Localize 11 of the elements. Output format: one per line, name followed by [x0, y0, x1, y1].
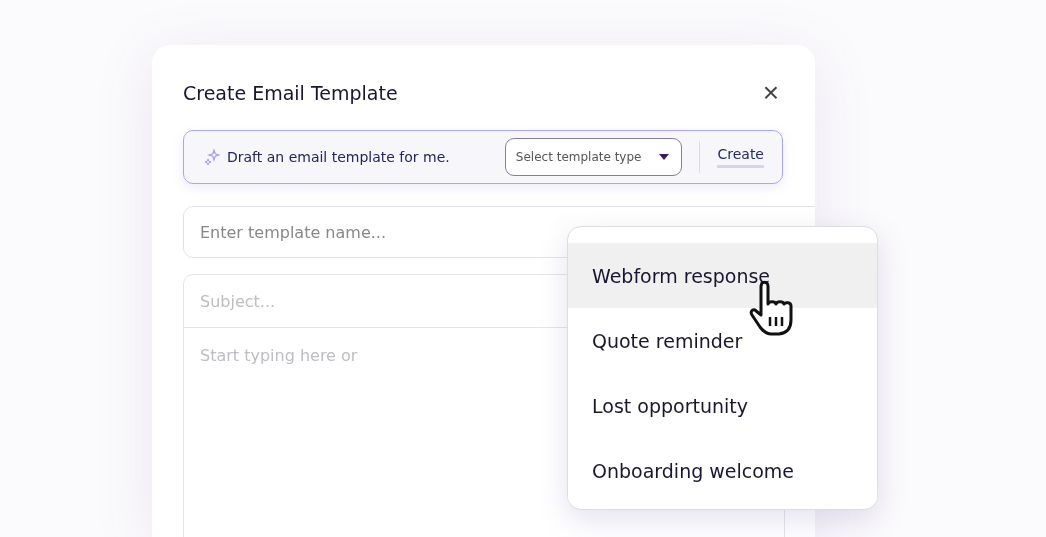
sparkle-icon [204, 149, 220, 165]
menu-item[interactable]: Lost opportunity [568, 373, 877, 438]
menu-item[interactable]: Onboarding welcome [568, 438, 877, 503]
ai-prompt-text: Draft an email template for me. [227, 149, 451, 165]
menu-item[interactable]: Webform response [568, 243, 877, 308]
dialog-title: Create Email Template [183, 82, 398, 104]
menu-item[interactable]: Quote reminder [568, 308, 877, 373]
template-type-select[interactable]: Select template type [504, 138, 683, 176]
caret-icon [659, 154, 670, 160]
create-button[interactable]: Create [717, 146, 764, 168]
close-button[interactable]: × [762, 79, 779, 107]
